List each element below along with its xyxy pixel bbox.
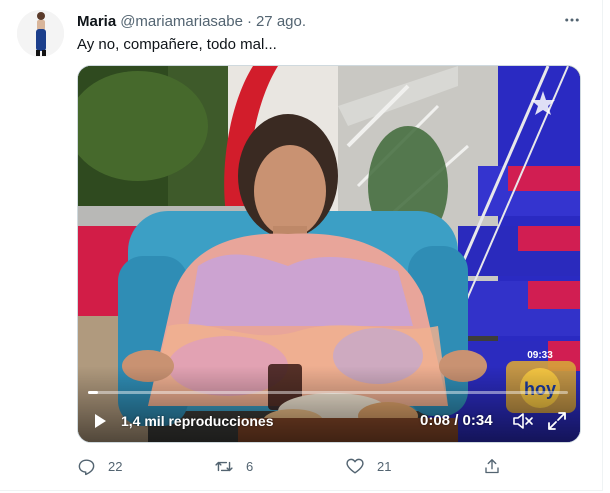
play-icon[interactable] — [92, 413, 108, 429]
share-icon — [483, 457, 501, 476]
share-button[interactable] — [483, 455, 501, 477]
author-name[interactable]: Maria — [77, 13, 116, 30]
tweet-date[interactable]: 27 ago. — [256, 13, 306, 30]
retweet-count: 6 — [246, 458, 254, 474]
channel-clock: 09:33 — [527, 350, 553, 361]
tweet-card: Maria @mariamariasabe · 27 ago. Ay no, c… — [0, 0, 603, 491]
view-count: 1,4 mil reproducciones — [121, 413, 274, 429]
like-button[interactable]: 21 — [345, 455, 391, 477]
reply-count: 22 — [108, 458, 123, 474]
fullscreen-icon[interactable] — [547, 411, 567, 431]
retweet-button[interactable]: 6 — [214, 455, 253, 477]
reply-icon — [77, 457, 96, 476]
video-player[interactable]: hoy 09:33 1,4 mil reproducciones 0:08 / … — [77, 65, 581, 443]
like-count: 21 — [377, 458, 392, 474]
avatar-image — [17, 10, 64, 57]
video-progress-fill — [88, 391, 98, 394]
author-handle[interactable]: @mariamariasabe — [120, 13, 243, 30]
video-time: 0:08 / 0:34 — [420, 412, 493, 429]
more-icon[interactable] — [560, 10, 584, 30]
tweet-header: Maria @mariamariasabe · 27 ago. — [77, 11, 306, 31]
tweet-text: Ay no, compañere, todo mal... — [77, 36, 277, 53]
avatar[interactable] — [17, 10, 64, 57]
video-frame: hoy 09:33 — [78, 66, 580, 442]
tweet-actions: 22 6 21 — [77, 455, 517, 477]
video-progress-bar[interactable] — [88, 391, 568, 394]
video-controls: 1,4 mil reproducciones 0:08 / 0:34 — [78, 406, 580, 436]
reply-button[interactable]: 22 — [77, 455, 122, 477]
mute-icon[interactable] — [512, 411, 534, 431]
like-icon — [345, 457, 365, 476]
separator-dot: · — [246, 12, 252, 30]
retweet-icon — [214, 457, 234, 476]
